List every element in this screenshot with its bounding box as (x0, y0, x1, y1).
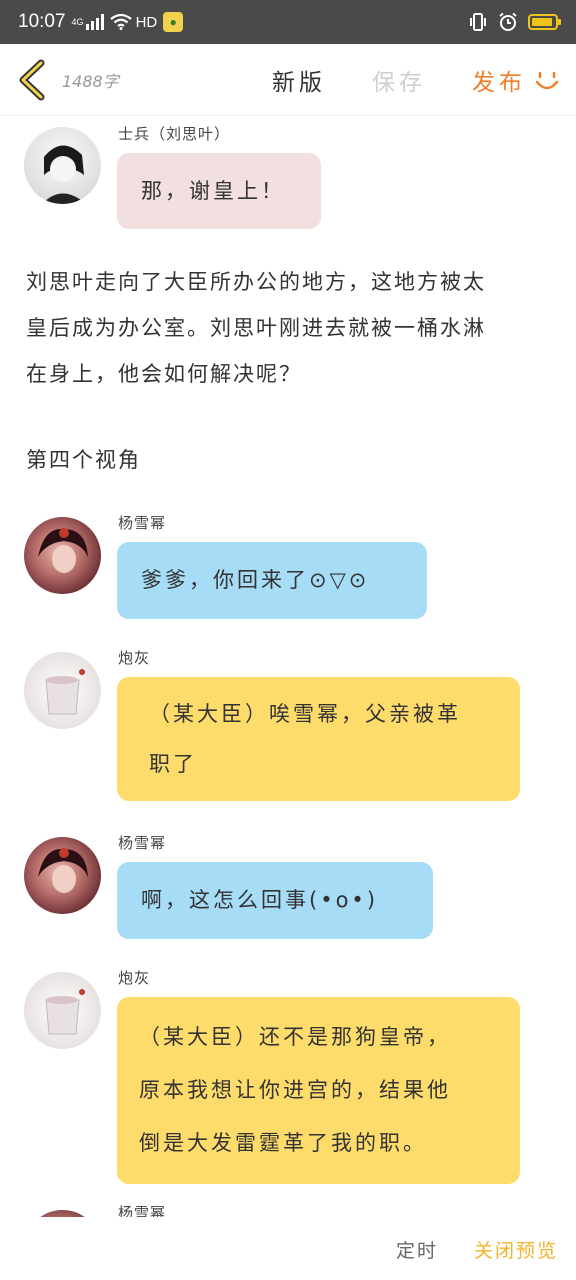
avatar (24, 1210, 101, 1217)
speaker-name: 炮灰 (118, 649, 151, 667)
speaker-name: 士兵（刘思叶） (118, 125, 231, 143)
avatar (24, 652, 101, 729)
bubble-line: （某大臣）唉雪幂，父亲被革 (149, 702, 461, 726)
schedule-button[interactable]: 定时 (396, 1236, 438, 1263)
section-title: 第四个视角 (26, 448, 141, 472)
alarm-icon (499, 12, 517, 31)
speaker-name: 杨雪幂 (118, 1204, 167, 1217)
bubble-line: 职了 (149, 752, 197, 776)
battery-icon (528, 14, 561, 30)
chat-bubble: 那，谢皇上！ (117, 153, 321, 229)
editor-toolbar: 1488字 新版 保存 发布 (0, 44, 576, 116)
avatar (24, 837, 101, 914)
status-bar: 10:07 4G HD ● (0, 0, 576, 44)
narration-line: 皇后成为办公室。刘思叶刚进去就被一桶水淋 (26, 316, 486, 340)
narration-line: 刘思叶走向了大臣所办公的地方，这地方被太 (26, 270, 486, 294)
avatar (24, 972, 101, 1049)
new-version-button[interactable]: 新版 (272, 63, 326, 97)
speaker-name: 杨雪幂 (118, 834, 167, 852)
chat-bubble: （某大臣）还不是那狗皇帝， 原本我想让你进宫的，结果他 倒是大发雷霆革了我的职。 (117, 997, 520, 1184)
chat-bubble: 啊，这怎么回事(•ο•) (117, 862, 433, 939)
network-type: 4G (71, 16, 84, 27)
hd-indicator: HD (135, 13, 158, 31)
speaker-name: 炮灰 (118, 969, 151, 987)
chat-bubble: 爹爹，你回来了⊙▽⊙ (117, 542, 427, 619)
narration-line: 在身上，他会如何解决呢？ (26, 362, 302, 386)
bubble-line: （某大臣）还不是那狗皇帝， (139, 1025, 451, 1049)
close-preview-button[interactable]: 关闭预览 (474, 1236, 558, 1263)
clock: 10:07 (18, 11, 66, 32)
save-button[interactable]: 保存 (372, 63, 426, 97)
signal-icon (85, 14, 104, 30)
avatar (24, 127, 101, 204)
bottom-bar: 定时 关闭预览 (0, 1218, 576, 1280)
speaker-name: 杨雪幂 (118, 514, 167, 532)
bubble-line: 倒是大发雷霆革了我的职。 (139, 1131, 427, 1155)
bubble-line: 原本我想让你进宫的，结果他 (139, 1078, 451, 1102)
vibrate-icon (470, 13, 486, 31)
chat-bubble: （某大臣）唉雪幂，父亲被革 职了 (117, 677, 520, 801)
chevron-left-icon (19, 59, 45, 100)
story-content[interactable]: 士兵（刘思叶） 那，谢皇上！ 刘思叶走向了大臣所办公的地方，这地方被太 皇后成为… (0, 117, 576, 1217)
back-button[interactable] (6, 44, 58, 116)
word-count: 1488字 (62, 71, 119, 91)
avatar (24, 517, 101, 594)
smile-icon[interactable] (532, 65, 562, 95)
publish-button[interactable]: 发布 (472, 63, 526, 97)
app-icon: ● (163, 12, 184, 32)
wifi-icon (109, 14, 132, 30)
narration-paragraph: 刘思叶走向了大臣所办公的地方，这地方被太 皇后成为办公室。刘思叶刚进去就被一桶水… (26, 259, 550, 397)
